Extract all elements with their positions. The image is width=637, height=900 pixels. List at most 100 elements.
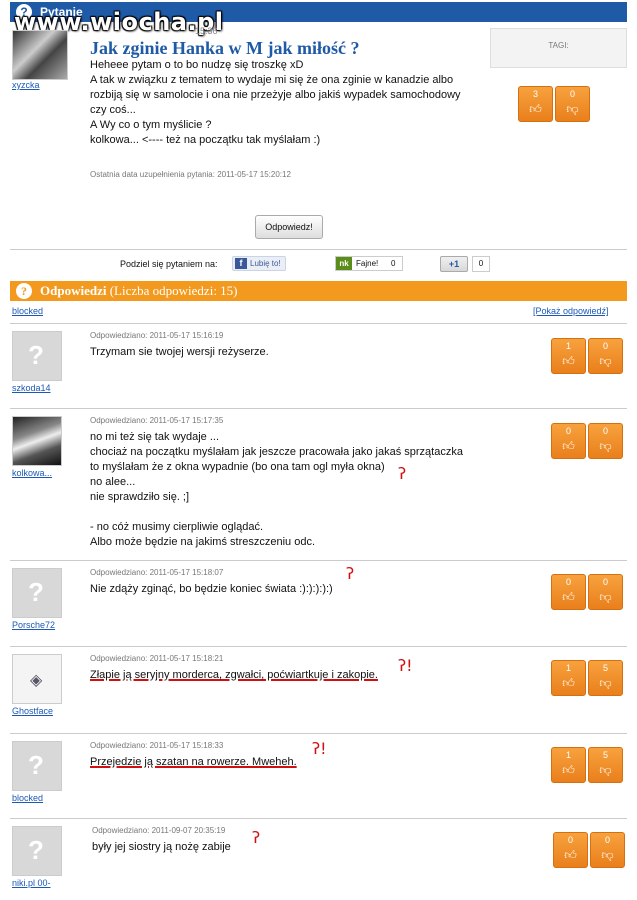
question-body-line: Heheee pytam o to bo nudzę się troszkę x… [90, 59, 304, 71]
vote-up-button[interactable]: 1 👍︎ [551, 747, 586, 783]
thumbs-up-icon: 👍︎ [562, 354, 575, 368]
answer-avatar[interactable] [12, 741, 62, 791]
vote-down-count: 0 [602, 426, 608, 436]
vote-up-count: 1 [565, 341, 571, 351]
question-mark-icon: ? [16, 283, 32, 299]
handwritten-mark: ʔ [252, 828, 261, 847]
vote-up-count: 1 [565, 663, 571, 673]
answer-vote-box: 1 👍︎ 5 👎︎ [551, 660, 625, 696]
handwritten-mark: ʔ [398, 464, 407, 483]
vote-down-button[interactable]: 0 👎︎ [588, 338, 623, 374]
answer-author-link[interactable]: szkoda14 [12, 383, 51, 393]
answer-vote-box: 1 👍︎ 0 👎︎ [551, 338, 625, 374]
question-title: Jak zginie Hanka w M jak miłość ? [90, 38, 360, 58]
question-author-avatar[interactable] [12, 30, 68, 80]
vote-up-button[interactable]: 3 👍︎ [518, 86, 553, 122]
answer-vote-box: 0 👍︎ 0 👎︎ [553, 832, 627, 868]
answer-vote-box: 1 👍︎ 5 👎︎ [551, 747, 625, 783]
thumbs-up-icon: 👍︎ [564, 848, 577, 862]
vote-up-button[interactable]: 1 👍︎ [551, 338, 586, 374]
handwritten-mark: ʔ! [312, 739, 327, 758]
answer-item: szkoda14 Odpowiedziano: 2011-05-17 15:16… [10, 323, 627, 407]
thumbs-down-icon: 👎︎ [599, 439, 612, 453]
blocked-user-link[interactable]: blocked [12, 306, 43, 316]
thumbs-up-icon: 👍︎ [529, 102, 542, 116]
vote-down-button[interactable]: 0 👎︎ [588, 574, 623, 610]
answer-date: Odpowiedziano: 2011-05-17 15:18:07 [90, 568, 224, 577]
google-plus-count: 0 [472, 256, 490, 272]
nk-count: 0 [391, 259, 396, 268]
question-body-line: kolkowa... <---- też na początku tak myś… [90, 134, 321, 146]
answer-item: kolkowa... Odpowiedziano: 2011-05-17 15:… [10, 408, 627, 558]
question-author-link[interactable]: xyzcka [12, 80, 40, 90]
thumbs-up-icon: 👍︎ [562, 590, 575, 604]
thumbs-down-icon: 👎︎ [601, 848, 614, 862]
show-answer-link[interactable]: [Pokaż odpowiedź] [533, 306, 609, 316]
answer-avatar[interactable] [12, 826, 62, 876]
answer-text: Przejedzie ją szatan na rowerze. Mweheh. [90, 756, 297, 768]
answer-vote-box: 0 👍︎ 0 👎︎ [551, 423, 625, 459]
answers-header: ? Odpowiedzi (Liczba odpowiedzi: 15) [10, 281, 627, 301]
reply-button[interactable]: Odpowiedz! [255, 215, 323, 239]
vote-up-count: 0 [567, 835, 573, 845]
question-body-line: A tak w związku z tematem to wydaje mi s… [90, 74, 454, 86]
answer-avatar[interactable] [12, 416, 62, 466]
share-label: Podziel się pytaniem na: [120, 259, 218, 269]
thumbs-up-icon: 👍︎ [562, 676, 575, 690]
vote-up-button[interactable]: 0 👍︎ [551, 574, 586, 610]
vote-down-button[interactable]: 5 👎︎ [588, 747, 623, 783]
handwritten-mark: ʔ [346, 564, 355, 583]
answer-item: Ghostface Odpowiedziano: 2011-05-17 15:1… [10, 646, 627, 732]
question-body-line: A Wy co o tym myślicie ? [90, 119, 212, 131]
answers-title: Odpowiedzi [40, 283, 107, 298]
vote-down-button[interactable]: 0 👎︎ [555, 86, 590, 122]
answer-author-link[interactable]: kolkowa... [12, 468, 52, 478]
vote-down-button[interactable]: 5 👎︎ [588, 660, 623, 696]
answer-author-link[interactable]: blocked [12, 793, 43, 803]
answer-text: były jej siostry ją nożę zabije [92, 841, 231, 853]
answer-date: Odpowiedziano: 2011-05-17 15:16:19 [90, 331, 224, 340]
question-vote-box: 3 👍︎ 0 👎︎ [518, 86, 592, 122]
answer-author-link[interactable]: Ghostface [12, 706, 53, 716]
handwritten-mark: ʔ! [398, 656, 413, 675]
vote-down-count: 0 [602, 577, 608, 587]
answer-vote-box: 0 👍︎ 0 👎︎ [551, 574, 625, 610]
thumbs-down-icon: 👎︎ [566, 102, 579, 116]
vote-up-button[interactable]: 1 👍︎ [551, 660, 586, 696]
answer-item: niki.pl 00- Odpowiedziano: 2011-09-07 20… [10, 818, 627, 898]
vote-down-button[interactable]: 0 👎︎ [590, 832, 625, 868]
google-plus-one-button[interactable]: +1 [440, 256, 468, 272]
vote-up-button[interactable]: 0 👍︎ [551, 423, 586, 459]
thumbs-up-icon: 👍︎ [562, 763, 575, 777]
facebook-like-button[interactable]: f Lubię to! [232, 256, 286, 271]
question-body: Heheee pytam o to bo nudzę się troszkę x… [90, 58, 490, 148]
question-body-line: czy coś... [90, 104, 136, 116]
vote-up-button[interactable]: 0 👍︎ [553, 832, 588, 868]
thumbs-down-icon: 👎︎ [599, 354, 612, 368]
nk-share-button[interactable]: nk Fajne! 0 [335, 256, 403, 271]
vote-down-count: 0 [602, 341, 608, 351]
thumbs-down-icon: 👎︎ [599, 763, 612, 777]
question-timestamp: 15:36 [195, 26, 218, 36]
vote-down-count: 5 [602, 750, 608, 760]
vote-down-count: 0 [604, 835, 610, 845]
vote-up-count: 0 [565, 426, 571, 436]
question-updated-date: Ostatnia data uzupełnienia pytania: 2011… [90, 170, 291, 179]
thumbs-down-icon: 👎︎ [599, 590, 612, 604]
answer-avatar[interactable] [12, 568, 62, 618]
answer-avatar[interactable] [12, 331, 62, 381]
vote-up-count: 3 [532, 89, 538, 99]
answer-text: Trzymam sie twojej wersji reżyserze. [90, 346, 269, 358]
divider [10, 249, 627, 250]
vote-down-button[interactable]: 0 👎︎ [588, 423, 623, 459]
vote-down-count: 5 [602, 663, 608, 673]
facebook-like-label: Lubię to! [250, 259, 281, 268]
nk-icon: nk [336, 257, 352, 270]
answer-author-link[interactable]: niki.pl 00- [12, 878, 51, 888]
answer-author-link[interactable]: Porsche72 [12, 620, 55, 630]
nk-label: Fajne! [356, 259, 379, 268]
answer-text: Nie zdąży zginąć, bo będzie koniec świat… [90, 583, 333, 595]
answer-avatar[interactable] [12, 654, 62, 704]
tags-box: TAGI: [490, 28, 627, 68]
answer-date: Odpowiedziano: 2011-09-07 20:35:19 [92, 826, 226, 835]
